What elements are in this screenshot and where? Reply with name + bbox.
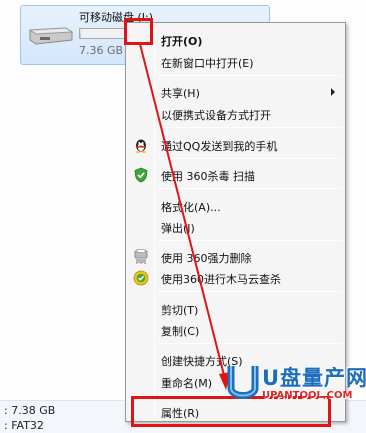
watermark-logo: U盘量产网 UPANTOOL.COM	[225, 362, 366, 408]
watermark-u-icon	[227, 366, 259, 399]
annotation-arrow-line	[139, 43, 227, 384]
watermark-text-cn: U盘量产网	[262, 366, 366, 390]
watermark-text-en: UPANTOOL.COM	[262, 390, 353, 401]
